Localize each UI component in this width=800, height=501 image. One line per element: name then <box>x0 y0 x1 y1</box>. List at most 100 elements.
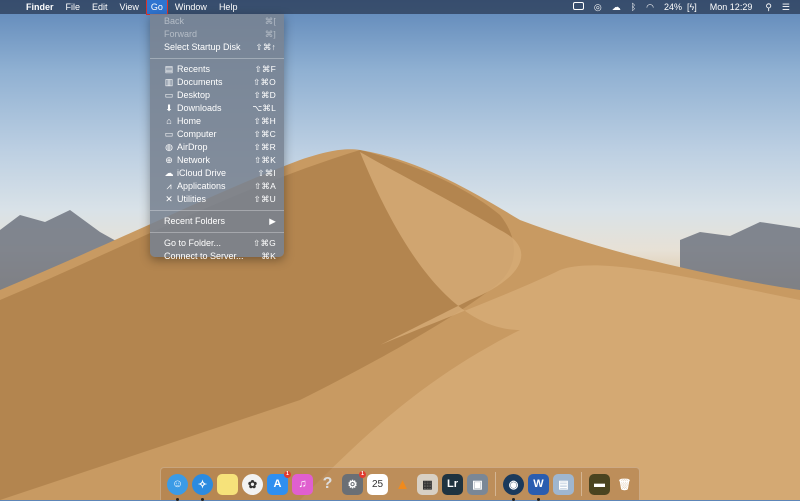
dock-app-glyph: ▲ <box>395 475 410 493</box>
menu-item-shortcut: ⇧⌘H <box>253 116 276 126</box>
running-indicator <box>201 497 204 501</box>
dock-app-glyph: ✿ <box>247 478 258 491</box>
menu-item-label: Network <box>177 155 211 165</box>
menu-view[interactable]: View <box>114 0 145 14</box>
dock-video-app-icon[interactable]: ▬ <box>589 473 610 495</box>
desktop-wallpaper <box>0 149 800 500</box>
wifi-icon[interactable]: ◠ <box>641 0 659 14</box>
notification-badge: 1 <box>359 470 366 478</box>
menu-item-shortcut: ⇧⌘A <box>254 181 276 191</box>
menu-item-label: Back <box>164 16 185 26</box>
dock-app-glyph: ◉ <box>508 478 519 491</box>
menu-item-documents[interactable]: ▥ Documents ⇧⌘O <box>150 76 284 89</box>
menu-item-label: Home <box>177 116 202 126</box>
spotlight-search-icon[interactable]: ⚲ <box>760 0 777 14</box>
menu-item-shortcut: ⇧⌘F <box>254 64 276 74</box>
menu-go[interactable]: Go <box>145 0 168 15</box>
dock-app-glyph: ▤ <box>558 478 569 491</box>
battery-percent[interactable]: 24% <box>659 0 687 14</box>
dock-app-store-icon[interactable]: A1 <box>267 470 291 495</box>
go-menu: Back ⌘[Forward ⌘] Select Startup Disk ⇧⌘↑ ▤ Re… <box>150 14 284 261</box>
dock-notes-icon[interactable] <box>217 473 238 495</box>
dock-app-glyph: 25 <box>371 478 384 490</box>
menu-item-desktop[interactable]: ▭ Desktop ⇧⌘D <box>150 89 284 102</box>
dock-help-icon[interactable]: ? <box>317 474 338 495</box>
menu-item-label: Utilities <box>177 194 207 204</box>
documents-icon: ▥ <box>164 77 174 87</box>
network-icon: ⊕ <box>165 155 173 165</box>
menu-separator <box>150 232 284 233</box>
menu-item-go-to-folder[interactable]: Go to Folder... ⇧⌘G <box>150 237 284 250</box>
dock-word-icon[interactable]: W <box>528 473 549 501</box>
menu-item-connect-to-server[interactable]: Connect to Server... ⌘K <box>150 250 284 263</box>
dock-safari-icon[interactable]: ✧ <box>192 473 213 501</box>
dock-calendar-icon[interactable]: 25 <box>367 473 388 495</box>
running-indicator <box>512 497 515 501</box>
menu-item-label: Downloads <box>177 103 222 113</box>
dock-app-glyph: A <box>273 478 282 490</box>
menu-item-shortcut: ⇧⌘C <box>253 129 276 139</box>
menu-item-shortcut: ⇧⌘K <box>254 155 276 165</box>
airdrop-icon: ◍ <box>165 142 173 152</box>
dock-vlc-icon[interactable]: ▲ <box>392 474 413 495</box>
menu-item-airdrop[interactable]: ◍ AirDrop ⇧⌘R <box>150 141 284 154</box>
dock-system-preferences-icon[interactable]: ⚙ 1 <box>342 470 366 495</box>
recents-icon: ▤ <box>164 64 174 74</box>
dock-calculator-doc-icon[interactable]: ▦ <box>417 473 438 495</box>
menu-separator <box>150 210 284 211</box>
menu-item-downloads[interactable]: ⬇ Downloads ⌥⌘L <box>150 102 284 115</box>
dock-finder-icon[interactable]: ☺ <box>167 473 188 501</box>
battery-charging-icon[interactable]: [ϟ] <box>687 0 702 14</box>
bluetooth-icon[interactable]: ᛒ <box>626 0 641 14</box>
menu-edit[interactable]: Edit <box>86 0 114 14</box>
dock-photos-icon[interactable]: ✿ <box>242 473 263 495</box>
cloud-sync-icon[interactable]: ☁ <box>607 0 626 14</box>
dock-screen-capture-icon[interactable]: ▣ <box>467 473 488 495</box>
computer-icon: ▭ <box>164 129 174 139</box>
menu-item-applications[interactable]: ⩘ Applications ⇧⌘A <box>150 180 284 193</box>
desktop-icon: ▭ <box>164 90 174 100</box>
dock-lightroom-icon[interactable]: Lr <box>442 473 463 495</box>
apple-menu-icon[interactable] <box>0 0 20 14</box>
home-icon: ⌂ <box>166 116 172 126</box>
dock-app-glyph: ☺ <box>171 478 184 490</box>
menu-item-shortcut: ⇧⌘G <box>253 238 276 248</box>
menu-item-label: Computer <box>177 129 217 139</box>
menu-item-select-startup-disk[interactable]: Select Startup Disk ⇧⌘↑ <box>150 41 284 54</box>
menu-item-shortcut: ⇧⌘I <box>257 168 276 178</box>
menu-item-shortcut: ⌘[ <box>264 16 276 26</box>
menu-item-recents[interactable]: ▤ Recents ⇧⌘F <box>150 63 284 76</box>
dock-preview-icon[interactable]: ▤ <box>553 473 574 495</box>
menu-item-utilities[interactable]: ✕ Utilities ⇧⌘U <box>150 193 284 206</box>
menu-item-shortcut: ⇧⌘O <box>253 77 276 87</box>
menu-item-label: Recents <box>177 64 211 74</box>
dock-app-glyph: ▣ <box>472 478 483 491</box>
display-icon[interactable] <box>568 0 589 14</box>
menu-item-computer[interactable]: ▭ Computer ⇧⌘C <box>150 128 284 141</box>
menu-item-shortcut: ⇧⌘U <box>253 194 276 204</box>
menu-separator <box>150 58 284 59</box>
menu-help[interactable]: Help <box>213 0 244 14</box>
menu-item-home[interactable]: ⌂ Home ⇧⌘H <box>150 115 284 128</box>
menu-file[interactable]: File <box>60 0 87 14</box>
applications-icon: ⩘ <box>166 181 172 191</box>
menu-finder[interactable]: Finder <box>20 0 60 14</box>
menu-item-shortcut: ⌘K <box>261 251 276 261</box>
menu-item-icloud-drive[interactable]: ☁ iCloud Drive ⇧⌘I <box>150 167 284 180</box>
menu-window[interactable]: Window <box>169 0 213 14</box>
dock-steam-icon[interactable]: ◉ <box>503 473 524 501</box>
menu-item-label: Connect to Server... <box>164 251 244 261</box>
menu-item-shortcut: ⇧⌘↑ <box>255 42 276 52</box>
menu-item-label: Documents <box>177 77 223 87</box>
dock-trash-icon[interactable]: 🗑 <box>614 474 635 495</box>
running-indicator <box>176 497 179 501</box>
notification-center-icon[interactable]: ☰ <box>777 0 800 14</box>
menu-item-recent-folders[interactable]: Recent Folders ▶ <box>150 215 284 228</box>
menu-bar: Finder File Edit View Go Window Help ◎ ☁… <box>0 0 800 15</box>
notification-badge: 1 <box>284 470 291 478</box>
clock[interactable]: Mon 12:29 <box>702 0 761 14</box>
menu-item-network[interactable]: ⊕ Network ⇧⌘K <box>150 154 284 167</box>
dock-itunes-icon[interactable]: ♫ <box>292 473 313 495</box>
dock-app-glyph: W <box>533 478 544 490</box>
creative-cloud-icon[interactable]: ◎ <box>589 0 607 14</box>
